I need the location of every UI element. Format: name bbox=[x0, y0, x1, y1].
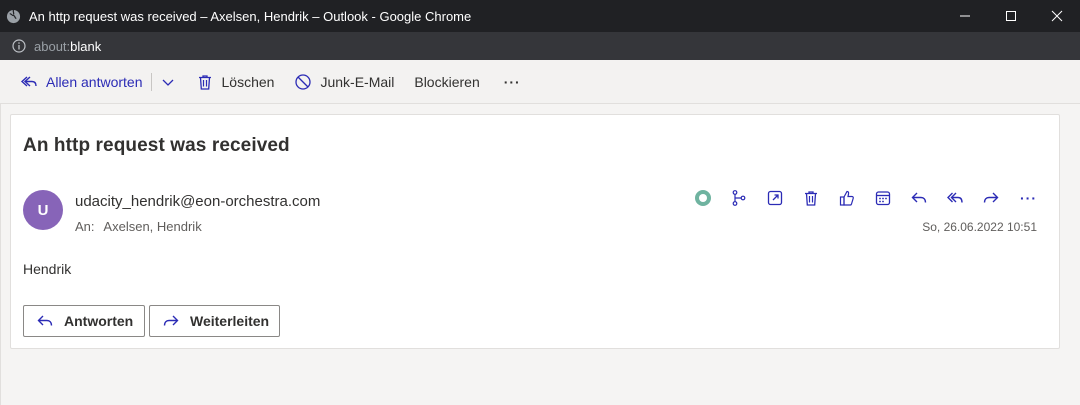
message-subject: An http request was received bbox=[23, 135, 290, 156]
message-actions: ··· bbox=[685, 187, 1037, 209]
recipient-name[interactable]: Axelsen, Hendrik bbox=[103, 219, 201, 234]
chevron-down-icon[interactable] bbox=[160, 74, 176, 90]
block-button[interactable]: Blockieren bbox=[414, 66, 479, 98]
pane-border bbox=[0, 104, 1, 405]
reply-icon bbox=[36, 312, 54, 330]
forward-button[interactable]: Weiterleiten bbox=[149, 305, 280, 337]
more-actions-label: ··· bbox=[1020, 190, 1037, 206]
divider bbox=[150, 72, 152, 91]
delete-button[interactable]: Löschen bbox=[196, 66, 275, 98]
presence-icon[interactable] bbox=[685, 187, 721, 209]
close-button[interactable] bbox=[1034, 0, 1080, 32]
reply-label: Antworten bbox=[64, 313, 134, 329]
browser-title-bar: An http request was received – Axelsen, … bbox=[0, 0, 1080, 32]
info-icon[interactable] bbox=[12, 39, 26, 53]
delete-icon[interactable] bbox=[793, 187, 829, 209]
junk-label: Junk-E-Mail bbox=[320, 73, 395, 90]
branch-icon[interactable] bbox=[721, 187, 757, 209]
minimize-button[interactable] bbox=[942, 0, 988, 32]
reply-all-icon bbox=[20, 73, 38, 91]
window-title: An http request was received – Axelsen, … bbox=[29, 8, 472, 24]
forward-icon bbox=[162, 312, 180, 330]
url-text: about:blank bbox=[34, 38, 102, 54]
to-label: An: bbox=[75, 219, 95, 234]
block-label: Blockieren bbox=[414, 73, 480, 90]
forward-icon[interactable] bbox=[973, 187, 1009, 209]
sender-address[interactable]: udacity_hendrik@eon-orchestra.com bbox=[75, 193, 320, 210]
trash-icon bbox=[196, 73, 214, 91]
globe-icon bbox=[5, 8, 21, 24]
more-actions-icon[interactable]: ··· bbox=[1009, 187, 1037, 209]
message-date: So, 26.06.2022 10:51 bbox=[922, 220, 1037, 234]
maximize-button[interactable] bbox=[988, 0, 1034, 32]
block-icon bbox=[294, 73, 312, 91]
reply-all-button[interactable]: Allen antworten bbox=[20, 66, 143, 98]
more-icon: ··· bbox=[503, 73, 521, 90]
message-body: Hendrik bbox=[23, 261, 72, 277]
delete-label: Löschen bbox=[221, 73, 275, 90]
avatar[interactable]: U bbox=[23, 190, 63, 230]
calendar-icon[interactable] bbox=[865, 187, 901, 209]
forward-label: Weiterleiten bbox=[190, 313, 270, 329]
like-icon[interactable] bbox=[829, 187, 865, 209]
recipient-line: An: Axelsen, Hendrik bbox=[75, 219, 202, 234]
junk-button[interactable]: Junk-E-Mail bbox=[294, 66, 394, 98]
open-in-new-icon[interactable] bbox=[757, 187, 793, 209]
message-card: An http request was received U udacity_h… bbox=[10, 114, 1060, 349]
reply-all-icon[interactable] bbox=[937, 187, 973, 209]
reply-all-label: Allen antworten bbox=[46, 73, 143, 90]
reply-icon[interactable] bbox=[901, 187, 937, 209]
more-options-button[interactable]: ··· bbox=[504, 66, 521, 98]
reply-button[interactable]: Antworten bbox=[23, 305, 145, 337]
address-bar[interactable]: about:blank bbox=[0, 32, 1080, 60]
command-bar: Allen antworten Löschen Junk-E-Mail Bloc… bbox=[0, 60, 1080, 104]
